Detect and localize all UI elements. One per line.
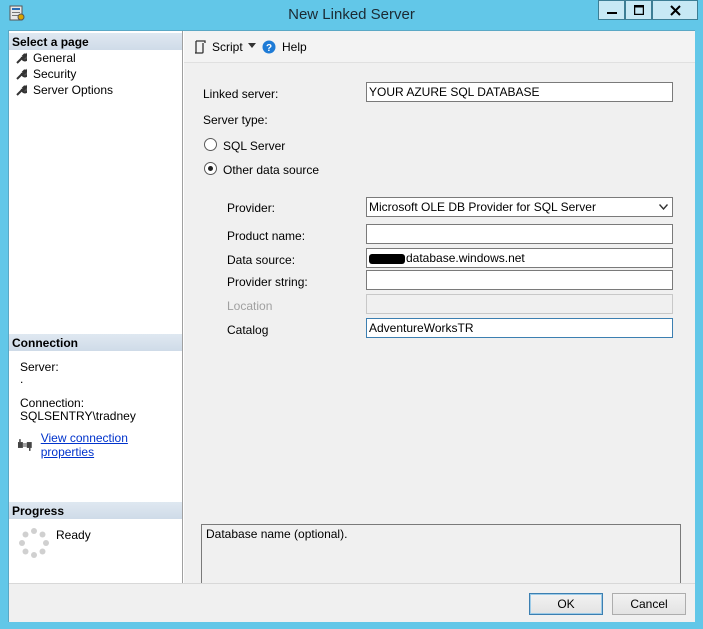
connection-plug-icon	[17, 439, 32, 451]
provider-label: Provider:	[227, 201, 276, 215]
sql-server-radio[interactable]	[204, 138, 217, 151]
minimize-button[interactable]	[598, 0, 625, 20]
toolbar: Script ? Help	[184, 31, 695, 63]
maximize-icon	[633, 5, 644, 15]
help-button[interactable]: ? Help	[262, 40, 307, 54]
progress-status: Ready	[56, 528, 91, 542]
svg-text:?: ?	[266, 43, 272, 54]
maximize-button[interactable]	[625, 0, 652, 20]
redaction-bar	[369, 253, 405, 264]
close-icon	[669, 4, 681, 16]
chevron-down-icon	[659, 204, 668, 210]
wrench-icon	[16, 68, 27, 80]
cancel-button[interactable]: Cancel	[612, 593, 686, 615]
dialog-window: New Linked Server Select a page General …	[0, 0, 703, 629]
connection-header: Connection	[9, 334, 182, 351]
location-input	[366, 294, 673, 314]
other-data-source-radio[interactable]	[204, 162, 217, 175]
button-bar: OK Cancel	[9, 583, 695, 622]
server-type-label: Server type:	[203, 113, 268, 127]
ok-button[interactable]: OK	[529, 593, 603, 615]
other-data-source-option-label[interactable]: Other data source	[223, 163, 319, 177]
description-text: Database name (optional).	[206, 527, 348, 541]
product-name-label: Product name:	[227, 229, 306, 243]
general-page-content: Linked server: YOUR AZURE SQL DATABASE S…	[184, 63, 695, 598]
product-name-input[interactable]	[366, 224, 673, 244]
data-source-input[interactable]: database.windows.net	[366, 248, 673, 268]
provider-select[interactable]: Microsoft OLE DB Provider for SQL Server	[366, 197, 673, 217]
linked-server-label: Linked server:	[203, 87, 279, 101]
close-button[interactable]	[652, 0, 698, 20]
dialog-client-area: Select a page General Security Server Op…	[8, 30, 695, 622]
provider-string-input[interactable]	[366, 270, 673, 290]
select-page-header: Select a page	[9, 33, 182, 50]
page-item-security[interactable]: Security	[15, 66, 76, 82]
server-label: Server:	[20, 360, 59, 374]
page-item-label: Server Options	[33, 83, 114, 97]
title-bar[interactable]: New Linked Server	[0, 0, 703, 30]
wrench-icon	[16, 84, 27, 96]
catalog-label: Catalog	[227, 323, 269, 337]
page-item-label: Security	[33, 67, 77, 81]
script-label: Script	[212, 40, 243, 54]
provider-select-value: Microsoft OLE DB Provider for SQL Server	[369, 200, 596, 214]
page-item-label: General	[33, 51, 76, 65]
progress-header: Progress	[9, 502, 182, 519]
provider-string-label: Provider string:	[227, 275, 308, 289]
minimize-icon	[606, 12, 617, 14]
page-item-general[interactable]: General	[15, 50, 76, 66]
wrench-icon	[16, 52, 27, 64]
connection-value: SQLSENTRY\tradney	[20, 409, 136, 423]
left-pane: Select a page General Security Server Op…	[9, 31, 183, 583]
server-value: .	[20, 372, 24, 386]
data-source-value: database.windows.net	[406, 251, 525, 265]
catalog-input[interactable]: AdventureWorksTR	[366, 318, 673, 338]
script-icon	[194, 40, 206, 54]
view-connection-properties[interactable]: View connection properties	[17, 431, 182, 459]
help-label: Help	[282, 40, 307, 54]
page-item-server-options[interactable]: Server Options	[15, 82, 113, 98]
location-label: Location	[227, 299, 273, 313]
chevron-down-icon	[248, 43, 256, 48]
script-button[interactable]: Script	[193, 40, 243, 54]
data-source-label: Data source:	[227, 253, 296, 267]
progress-spinner-icon	[19, 528, 49, 558]
script-dropdown-button[interactable]	[248, 43, 256, 48]
view-connection-link[interactable]: View connection properties	[41, 431, 182, 459]
linked-server-input[interactable]: YOUR AZURE SQL DATABASE	[366, 82, 673, 102]
help-icon: ?	[262, 40, 276, 54]
sql-server-option-label[interactable]: SQL Server	[223, 139, 285, 153]
connection-label: Connection:	[20, 396, 85, 410]
